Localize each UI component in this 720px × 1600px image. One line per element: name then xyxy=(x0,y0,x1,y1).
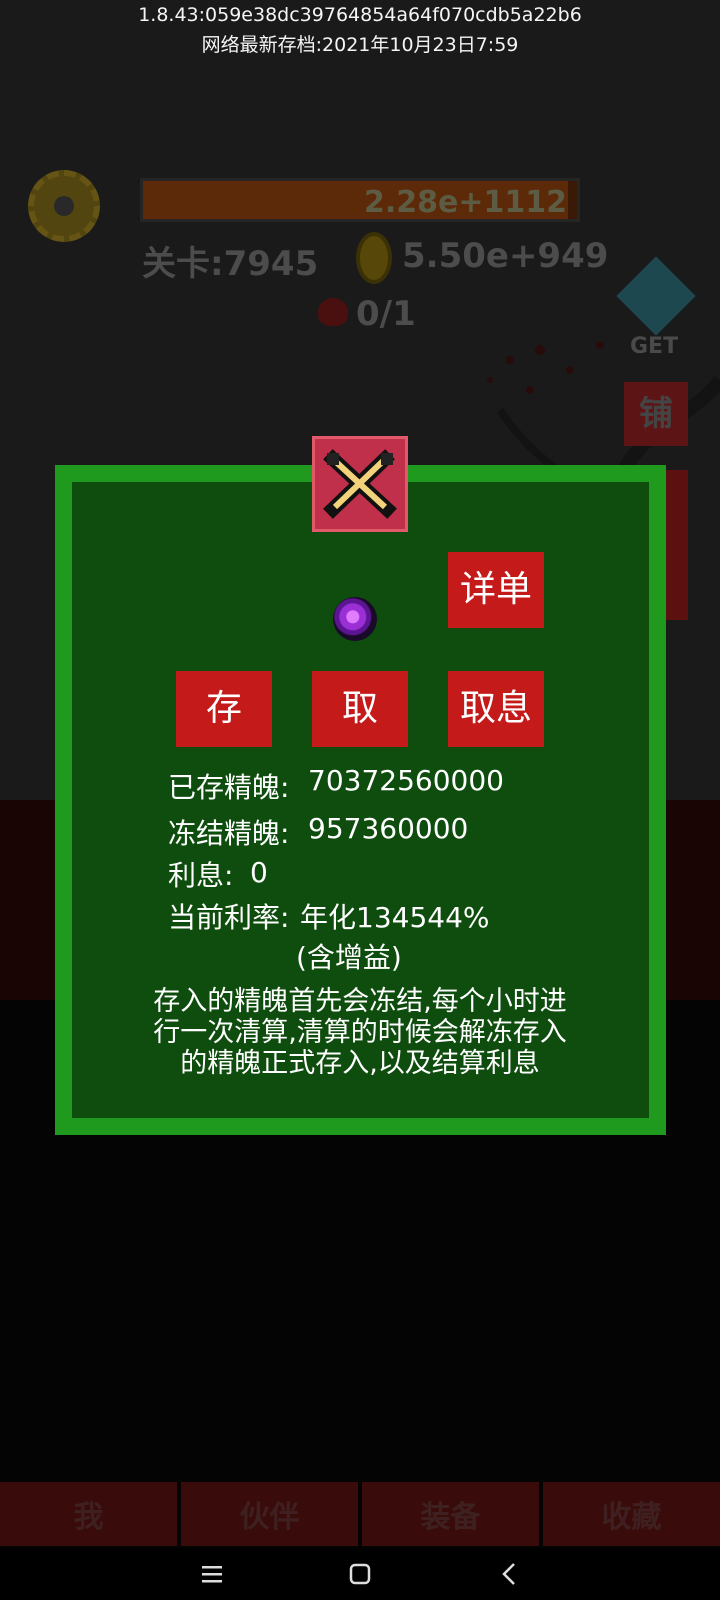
menu-icon[interactable] xyxy=(198,1560,226,1588)
bottom-nav: 我 伙伴 装备 收藏 xyxy=(0,1482,720,1546)
stat-value: 年化134544% xyxy=(300,901,490,934)
gold-value: 5.50e+949 xyxy=(402,236,609,276)
kill-count: 0/1 xyxy=(356,294,416,334)
close-button[interactable] xyxy=(312,436,408,532)
back-icon[interactable] xyxy=(496,1560,524,1588)
gear-icon[interactable] xyxy=(28,170,100,242)
save-time-text: 网络最新存档:2021年10月23日7:59 xyxy=(201,34,519,56)
stat-label: 当前利率: xyxy=(168,901,290,934)
nav-partners[interactable]: 伙伴 xyxy=(181,1482,358,1546)
purple-spirit-orb-icon xyxy=(333,597,377,641)
nav-equipment[interactable]: 装备 xyxy=(362,1482,539,1546)
nav-me[interactable]: 我 xyxy=(0,1482,177,1546)
devil-icon xyxy=(318,298,348,326)
stat-label: 利息: xyxy=(168,859,234,892)
home-icon[interactable] xyxy=(346,1560,374,1588)
nav-collection[interactable]: 收藏 xyxy=(543,1482,720,1546)
stat-value: 70372560000 xyxy=(308,764,504,797)
rate-note: (含增益) xyxy=(296,941,402,974)
crossed-swords-close-icon xyxy=(323,449,397,519)
system-nav-bar xyxy=(0,1548,720,1600)
get-label[interactable]: GET xyxy=(630,334,678,359)
stat-value: 957360000 xyxy=(308,812,469,845)
deposit-button[interactable]: 存 xyxy=(176,671,272,747)
boss-hp-bar: 2.28e+1112 xyxy=(140,178,580,222)
side-panel-edge xyxy=(664,470,688,620)
gold-coin-icon xyxy=(356,232,392,284)
shop-button[interactable]: 铺 xyxy=(624,382,688,446)
description-text: 存入的精魄首先会冻结,每个小时进行一次清算,清算的时候会解冻存入的精魄正式存入,… xyxy=(153,986,567,1079)
details-button[interactable]: 详单 xyxy=(448,552,544,628)
withdraw-button[interactable]: 取 xyxy=(312,671,408,747)
stat-label: 冻结精魄: xyxy=(168,817,290,850)
stat-label: 已存精魄: xyxy=(168,771,290,804)
hp-value: 2.28e+1112 xyxy=(364,185,567,220)
version-text: 1.8.43:059e38dc39764854a64f070cdb5a22b6 xyxy=(138,4,582,26)
withdraw-interest-button[interactable]: 取息 xyxy=(448,671,544,747)
stage-label: 关卡:7945 xyxy=(142,244,319,284)
stat-value: 0 xyxy=(250,856,268,889)
